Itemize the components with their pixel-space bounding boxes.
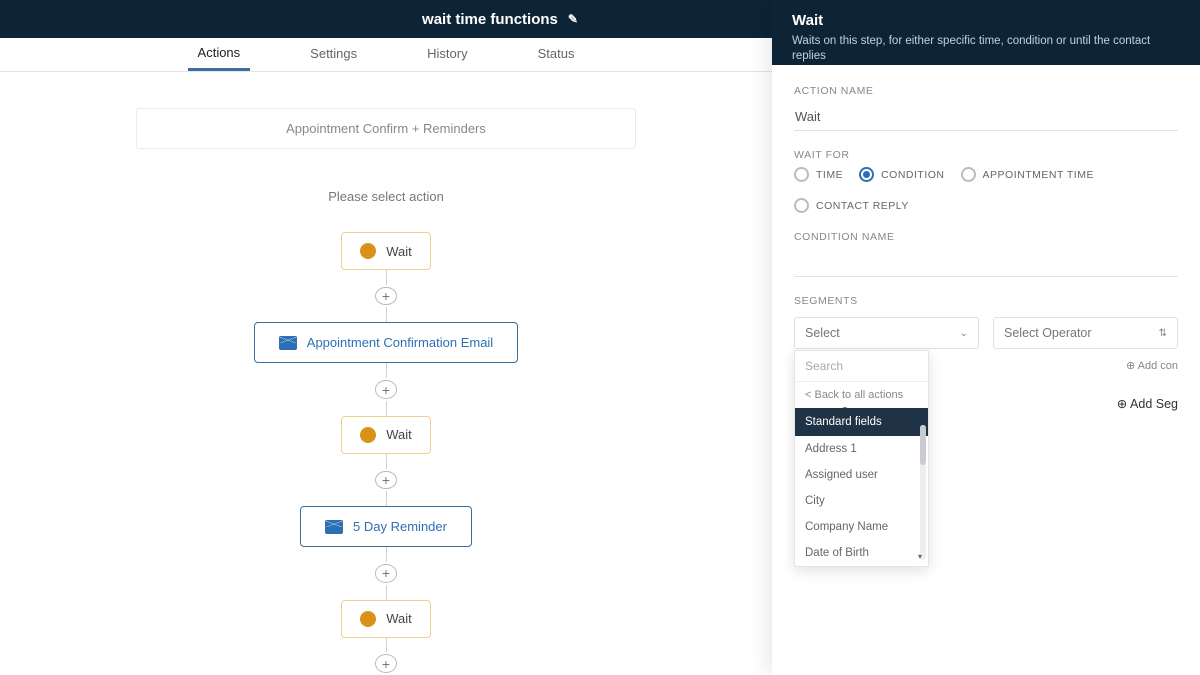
connector [386,307,387,322]
panel-title: Wait [792,12,1180,29]
node-wait-2[interactable]: Wait [341,416,431,454]
radio-label: TIME [816,169,843,181]
clock-icon [360,611,376,627]
radio-label: APPOINTMENT TIME [983,169,1094,181]
dropdown-item[interactable]: Assigned user [795,462,928,488]
action-name-label: ACTION NAME [794,85,1178,97]
side-panel: Wait Waits on this step, for either spec… [772,0,1200,675]
tab-history[interactable]: History [417,38,477,71]
mail-icon [279,336,297,350]
connector [386,547,387,562]
tab-actions[interactable]: Actions [188,37,251,71]
wait-for-label: WAIT FOR [794,149,1178,161]
add-step-button[interactable]: + [375,380,397,399]
tab-bar: Actions Settings History Status [0,38,772,72]
connector [386,491,387,506]
dropdown-scrollbar[interactable] [920,425,926,560]
node-label: Wait [386,244,412,259]
node-email-1[interactable]: Appointment Confirmation Email [254,322,518,363]
wait-for-options: TIME CONDITION APPOINTMENT TIME CONTACT … [794,167,1178,213]
sort-icon: ⇅ [1159,328,1167,339]
segment-operator-select[interactable]: Select Operator ⇅ [993,317,1178,349]
segments: Select ⌄ Search < Back to all actions ↖ … [794,317,1178,411]
radio-icon [794,167,809,182]
add-step-button[interactable]: + [375,471,397,490]
node-label: Appointment Confirmation Email [307,335,493,350]
canvas-prompt: Please select action [328,189,444,204]
node-wait-1[interactable]: Wait [341,232,431,270]
dropdown-item[interactable]: City [795,488,928,514]
radio-condition[interactable]: CONDITION [859,167,944,182]
connector [386,454,387,469]
workflow-name[interactable]: Appointment Confirm + Reminders [136,108,636,149]
node-label: Wait [386,611,412,626]
segment-row: Select ⌄ Search < Back to all actions ↖ … [794,317,1178,349]
connector [386,401,387,416]
tab-settings[interactable]: Settings [300,38,367,71]
page-title-wrap: wait time functions ✎ [422,11,578,28]
connector [386,638,387,653]
chevron-down-icon: ▾ [918,552,922,561]
dropdown-item[interactable]: Company Name [795,514,928,540]
clock-icon [360,427,376,443]
dropdown-back[interactable]: < Back to all actions ↖ [795,382,928,408]
radio-appointment-time[interactable]: APPOINTMENT TIME [961,167,1094,182]
radio-icon [859,167,874,182]
condition-name-label: CONDITION NAME [794,231,1178,243]
field-wait-for: WAIT FOR TIME CONDITION APPOINTMENT TIME… [794,149,1178,213]
radio-label: CONDITION [881,169,944,181]
dropdown-back-label: < Back to all actions [805,389,903,401]
segment-field-select[interactable]: Select ⌄ Search < Back to all actions ↖ … [794,317,979,349]
node-label: 5 Day Reminder [353,519,447,534]
node-email-2[interactable]: 5 Day Reminder [300,506,472,547]
radio-time[interactable]: TIME [794,167,843,182]
page-title: wait time functions [422,11,558,28]
connector [386,270,387,285]
radio-label: CONTACT REPLY [816,200,909,212]
workflow-canvas[interactable]: Appointment Confirm + Reminders Please s… [0,72,772,675]
segments-label: SEGMENTS [794,295,1178,307]
panel-header: Wait Waits on this step, for either spec… [772,0,1200,65]
select-value: Select [805,326,840,340]
mail-icon [325,520,343,534]
dropdown-item[interactable]: Address 1 [795,436,928,462]
radio-contact-reply[interactable]: CONTACT REPLY [794,198,909,213]
edit-icon[interactable]: ✎ [568,12,578,26]
segment-field-dropdown: Search < Back to all actions ↖ Standard … [794,350,929,567]
chevron-down-icon: ⌄ [960,328,968,339]
add-step-button[interactable]: + [375,564,397,583]
clock-icon [360,243,376,259]
panel-description: Waits on this step, for either specific … [792,34,1180,64]
node-label: Wait [386,427,412,442]
dropdown-search[interactable]: Search [795,351,928,382]
panel-body: ACTION NAME WAIT FOR TIME CONDITION APPO… [772,65,1200,431]
node-wait-3[interactable]: Wait [341,600,431,638]
dropdown-item[interactable]: Date of Birth [795,540,928,566]
radio-icon [794,198,809,213]
condition-name-input[interactable] [794,249,1178,277]
action-name-input[interactable] [794,103,1178,131]
field-action-name: ACTION NAME [794,85,1178,131]
add-step-button[interactable]: + [375,654,397,673]
field-condition-name: CONDITION NAME [794,231,1178,277]
select-value: Select Operator [1004,326,1092,340]
tab-status[interactable]: Status [528,38,585,71]
radio-icon [961,167,976,182]
add-step-button[interactable]: + [375,287,397,306]
dropdown-group-header: Standard fields [795,408,928,436]
connector [386,363,387,378]
connector [386,585,387,600]
